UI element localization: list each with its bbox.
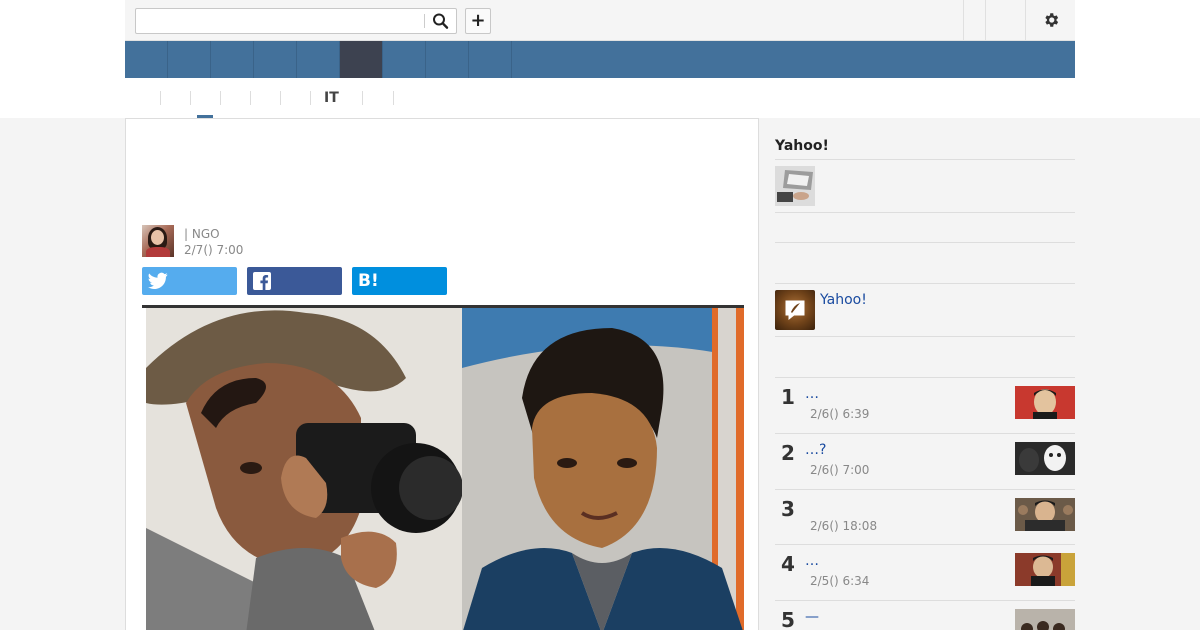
photo-photographer (146, 308, 462, 630)
rank-date: 2/6() 6:39 (810, 407, 870, 421)
ranking-item[interactable]: 4 … 2/5() 6:34 (775, 545, 1075, 601)
divider (775, 242, 1075, 243)
article-photo[interactable] (142, 305, 744, 630)
rank-date: 2/6() 7:00 (810, 463, 870, 477)
rank-title[interactable]: … (805, 553, 819, 569)
sidebar-title: Yahoo! (775, 138, 829, 154)
rank-date: 2/6() 18:08 (810, 519, 878, 533)
search-divider (424, 14, 425, 28)
laptop-image (775, 166, 815, 206)
nav-item[interactable] (426, 41, 469, 78)
divider (775, 212, 1075, 213)
top-right-tools (963, 0, 1075, 40)
rank-thumbnail-image (1015, 553, 1075, 586)
rank-thumbnail[interactable] (1015, 553, 1075, 586)
rank-number: 5 (781, 608, 795, 630)
article-date: 2/7() 7:00 (184, 243, 244, 257)
plus-icon: + (470, 10, 486, 31)
sub-tab-it[interactable]: IT (324, 91, 339, 105)
facebook-icon (253, 272, 271, 290)
nav-item[interactable] (211, 41, 254, 78)
gear-icon (1044, 13, 1058, 27)
ranking-item[interactable]: 5 — (775, 601, 1075, 630)
divider (775, 283, 1075, 284)
rank-title[interactable]: — (805, 609, 819, 625)
sub-tab-divider (250, 91, 251, 105)
nav-item[interactable] (297, 41, 340, 78)
hatena-bookmark-button[interactable]: B! (352, 267, 447, 295)
settings-button[interactable] (1025, 0, 1075, 40)
avatar-shirt (146, 247, 170, 257)
quill-icon (785, 300, 805, 321)
top-bar: + (125, 0, 1075, 41)
sub-tab-divider (280, 91, 281, 105)
add-button[interactable]: + (465, 8, 491, 34)
rank-thumbnail-image (1015, 386, 1075, 419)
nav-item[interactable] (383, 41, 426, 78)
sub-tab-divider (190, 91, 191, 105)
author-byline[interactable]: | NGO (184, 226, 220, 242)
top-tool-slot[interactable] (985, 0, 1025, 40)
rank-thumbnail[interactable] (1015, 386, 1075, 419)
rank-thumbnail[interactable] (1015, 498, 1075, 531)
rank-number: 3 (781, 497, 795, 521)
search-box (135, 8, 457, 34)
nav-item[interactable] (469, 41, 512, 78)
search-button[interactable] (429, 11, 453, 31)
avatar-face (151, 230, 164, 245)
twitter-share-button[interactable] (142, 267, 237, 295)
nav-item[interactable] (125, 41, 168, 78)
sub-tab-divider (362, 91, 363, 105)
sidebar-thumbnail[interactable] (775, 166, 815, 206)
sub-tab-divider (393, 91, 394, 105)
nav-item[interactable] (168, 41, 211, 78)
rank-number: 4 (781, 552, 795, 576)
category-nav (125, 41, 1075, 78)
author-feed-icon[interactable] (775, 290, 815, 330)
sidebar: Yahoo! Yahoo! 1 … 2/6() 6:39 2 …? 2/6() … (775, 118, 1075, 630)
rank-date: 2/5() 6:34 (810, 574, 870, 588)
divider (775, 159, 1075, 160)
top-tool-slot[interactable] (963, 0, 985, 40)
ranking-item[interactable]: 1 … 2/6() 6:39 (775, 378, 1075, 434)
author-avatar[interactable] (142, 225, 174, 257)
sub-tab-divider (220, 91, 221, 105)
rank-number: 2 (781, 441, 795, 465)
rank-thumbnail-image (1015, 609, 1075, 630)
nav-item[interactable] (254, 41, 297, 78)
portrait-illustration (462, 308, 744, 630)
article: | NGO 2/7() 7:00 B! (125, 118, 759, 630)
rank-thumbnail-image (1015, 498, 1075, 531)
rank-thumbnail-image (1015, 442, 1075, 475)
rank-thumbnail[interactable] (1015, 609, 1075, 630)
sub-tabs: IT (125, 78, 1075, 118)
nav-item-active[interactable] (340, 41, 383, 78)
divider (775, 336, 1075, 337)
hatena-bookmark-icon: B! (358, 271, 379, 291)
search-input[interactable] (136, 9, 422, 33)
rank-thumbnail[interactable] (1015, 442, 1075, 475)
ranking-item[interactable]: 2 …? 2/6() 7:00 (775, 434, 1075, 490)
search-icon (433, 13, 449, 29)
photographer-illustration (146, 308, 462, 630)
sub-tab-divider (160, 91, 161, 105)
twitter-icon (148, 272, 168, 289)
photo-portrait (462, 308, 744, 630)
facebook-share-button[interactable] (247, 267, 342, 295)
sub-tab-divider (310, 91, 311, 105)
rank-number: 1 (781, 385, 795, 409)
ranking-item[interactable]: 3 2/6() 18:08 (775, 490, 1075, 546)
author-feed-link[interactable]: Yahoo! (820, 292, 867, 308)
rank-title[interactable]: … (805, 386, 819, 402)
rank-title[interactable]: …? (805, 442, 826, 458)
